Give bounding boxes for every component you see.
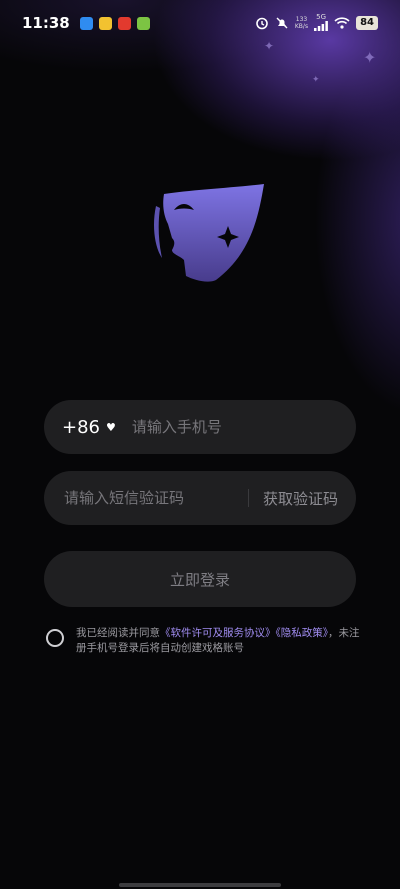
sms-code-input[interactable] bbox=[62, 488, 236, 508]
network-type: 5G bbox=[314, 12, 328, 33]
phone-input[interactable] bbox=[129, 417, 334, 437]
notification-app-icon bbox=[98, 16, 112, 30]
mask-logo-icon bbox=[154, 184, 264, 282]
notification-app-icon bbox=[79, 16, 93, 30]
sms-field-container: 获取验证码 bbox=[44, 471, 356, 525]
notification-app-icon bbox=[117, 16, 131, 30]
agreement-prefix: 我已经阅读并同意 bbox=[76, 627, 160, 639]
phone-field-container: +86 ♥ bbox=[44, 400, 356, 454]
alarm-icon bbox=[256, 17, 268, 30]
status-right: 133 KB/s 5G 84 bbox=[255, 12, 378, 33]
net-speed-value: 133 bbox=[295, 16, 308, 23]
country-code-selector[interactable]: +86 ♥ bbox=[62, 417, 116, 438]
sparkle-icon: ✦ bbox=[312, 75, 320, 85]
status-bar: 11:38 133 KB/s 5G 84 bbox=[0, 0, 400, 46]
battery-indicator: 84 bbox=[356, 16, 378, 30]
sparkle-icon: ✦ bbox=[363, 48, 377, 67]
privacy-link[interactable]: 《隐私政策》 bbox=[276, 627, 329, 639]
agreement: 我已经阅读并同意《软件许可及服务协议》《隐私政策》，未注册手机号登录后将自动创建… bbox=[46, 626, 366, 656]
home-indicator[interactable] bbox=[119, 883, 281, 887]
divider bbox=[248, 489, 249, 507]
network-type-label: 5G bbox=[316, 12, 327, 21]
heart-icon: ♥ bbox=[106, 420, 116, 434]
wifi-icon bbox=[334, 17, 350, 29]
status-time: 11:38 bbox=[22, 14, 70, 32]
country-code: +86 bbox=[62, 416, 100, 438]
status-left: 11:38 bbox=[22, 14, 150, 32]
notification-app-icon bbox=[136, 16, 150, 30]
agreement-text: 我已经阅读并同意《软件许可及服务协议》《隐私政策》，未注册手机号登录后将自动创建… bbox=[76, 626, 366, 656]
license-link[interactable]: 《软件许可及服务协议》 bbox=[160, 627, 276, 639]
get-code-button[interactable]: 获取验证码 bbox=[263, 488, 338, 509]
signal-icon bbox=[314, 20, 328, 31]
agree-radio[interactable] bbox=[46, 629, 64, 647]
login-button[interactable]: 立即登录 bbox=[44, 551, 356, 607]
net-speed: 133 KB/s bbox=[295, 16, 308, 30]
mute-icon bbox=[276, 17, 288, 29]
net-speed-unit: KB/s bbox=[294, 23, 309, 30]
